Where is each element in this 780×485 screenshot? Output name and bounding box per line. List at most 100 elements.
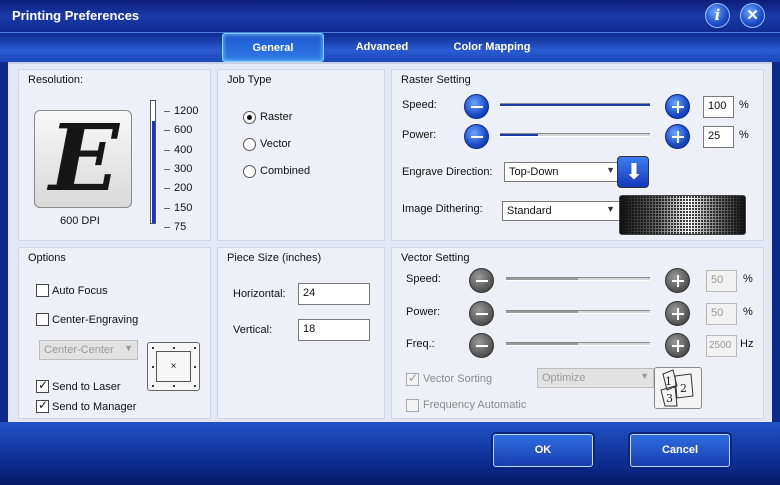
resolution-tick-label: 400 [174, 143, 193, 156]
preview-letter: E [48, 110, 120, 208]
tab-advanced[interactable]: Advanced [340, 33, 424, 62]
vector-speed-minus-icon[interactable] [469, 268, 494, 293]
resolution-tick-mark [164, 130, 170, 132]
vector-power-unit: % [743, 306, 753, 318]
align-center-mark: × [170, 361, 177, 372]
raster-speed-slider-fill [500, 104, 650, 106]
send-to-manager-checkbox[interactable] [36, 398, 49, 413]
sort-digit-2: 2 [680, 382, 687, 395]
resolution-tick-mark [164, 226, 170, 228]
radio-combined-label: Combined [260, 165, 311, 177]
vector-freq-slider[interactable] [506, 342, 650, 346]
center-position-value: Center-Center [44, 344, 114, 356]
info-icon[interactable]: i [705, 3, 730, 28]
ok-button[interactable]: OK [493, 434, 593, 467]
vector-sort-order-button[interactable]: 1 2 3 [654, 367, 702, 409]
vector-sorting-checkbox[interactable] [406, 371, 419, 386]
center-engraving-label: Center-Engraving [52, 314, 139, 326]
resolution-slider-fill [152, 120, 155, 223]
send-to-laser-checkbox[interactable] [36, 378, 49, 393]
radio-raster[interactable] [243, 111, 256, 124]
content-area: Resolution: E 600 DPI 1200 600 400 300 200 15… [8, 62, 772, 422]
image-dithering-select[interactable]: Standard ▼ [502, 201, 620, 221]
resolution-group: Resolution: E 600 DPI 1200 600 400 300 200 15… [18, 69, 211, 241]
raster-power-input[interactable]: 25 [703, 126, 734, 148]
vector-freq-input[interactable]: 2500 [706, 335, 737, 357]
vector-sorting-label: Vector Sorting [423, 373, 493, 385]
resolution-value: 600 DPI [60, 215, 100, 227]
tab-general[interactable]: General [222, 33, 324, 62]
resolution-title: Resolution: [28, 74, 84, 86]
auto-focus-checkbox[interactable] [36, 284, 49, 297]
resolution-tick-label: 200 [174, 182, 193, 195]
horizontal-input[interactable]: 24 [298, 283, 370, 305]
vector-freq-minus-icon[interactable] [469, 333, 494, 358]
cancel-button[interactable]: Cancel [630, 434, 730, 467]
resolution-tick-label: 300 [174, 162, 193, 175]
vector-freq-plus-icon[interactable] [665, 333, 690, 358]
raster-power-label: Power: [402, 129, 437, 141]
frequency-automatic-checkbox[interactable] [406, 399, 419, 412]
raster-speed-label: Speed: [402, 99, 437, 111]
tab-strip: General Advanced Color Mapping [0, 32, 780, 62]
vector-speed-input[interactable]: 50 [706, 270, 737, 292]
vector-freq-label: Freq.: [406, 338, 435, 350]
window-title: Printing Preferences [12, 8, 140, 23]
radio-raster-label: Raster [260, 111, 293, 123]
vector-power-slider-fill [506, 311, 578, 313]
vector-power-label: Power: [406, 306, 441, 318]
align-frame: × [156, 351, 191, 382]
image-dithering-value: Standard [507, 205, 552, 217]
center-engraving-checkbox[interactable] [36, 313, 49, 326]
resolution-slider[interactable] [150, 100, 156, 224]
raster-power-slider-fill [500, 134, 538, 136]
vector-speed-unit: % [743, 273, 753, 285]
dithering-preview-image [619, 195, 746, 235]
horizontal-label: Horizontal: [233, 288, 286, 300]
vertical-label: Vertical: [233, 324, 273, 336]
vector-power-minus-icon[interactable] [469, 301, 494, 326]
vector-sorting-select[interactable]: Optimize ▼ [537, 368, 654, 388]
raster-speed-input[interactable]: 100 [703, 96, 734, 118]
image-dithering-label: Image Dithering: [402, 203, 483, 215]
vector-speed-slider[interactable] [506, 277, 650, 281]
vector-power-plus-icon[interactable] [665, 301, 690, 326]
options-title: Options [28, 252, 66, 264]
radio-vector[interactable] [243, 138, 256, 151]
frequency-automatic-label: Frequency Automatic [423, 399, 527, 411]
raster-power-unit: % [739, 129, 749, 141]
center-position-select[interactable]: Center-Center ▼ [39, 340, 138, 360]
radio-combined[interactable] [243, 165, 256, 178]
raster-speed-plus-icon[interactable] [665, 94, 690, 119]
align-position-button[interactable]: × [147, 342, 200, 391]
resolution-tick-mark [164, 207, 170, 209]
raster-power-slider[interactable] [500, 133, 650, 137]
vector-speed-plus-icon[interactable] [665, 268, 690, 293]
engrave-direction-label: Engrave Direction: [402, 166, 493, 178]
engrave-direction-select[interactable]: Top-Down ▼ [504, 162, 620, 182]
raster-speed-unit: % [739, 99, 749, 111]
title-bar: Printing Preferences i ✕ [0, 0, 780, 32]
chevron-down-icon: ▼ [124, 343, 133, 353]
raster-power-plus-icon[interactable] [665, 124, 690, 149]
piece-size-group: Piece Size (inches) Horizontal: 24 Verti… [217, 247, 385, 419]
tab-color-mapping[interactable]: Color Mapping [440, 33, 544, 62]
vertical-input[interactable]: 18 [298, 319, 370, 341]
vector-power-input[interactable]: 50 [706, 303, 737, 325]
engrave-direction-button[interactable]: ⬇ [617, 156, 649, 188]
resolution-tick-mark [164, 111, 170, 112]
resolution-tick-label: 1200 [174, 105, 199, 117]
raster-speed-minus-icon[interactable] [464, 94, 489, 119]
sort-order-icon: 1 2 3 [660, 369, 694, 407]
close-icon[interactable]: ✕ [740, 3, 765, 28]
chevron-down-icon: ▼ [606, 204, 615, 214]
arrow-down-icon: ⬇ [624, 159, 644, 184]
raster-power-minus-icon[interactable] [464, 124, 489, 149]
resolution-tick-mark [164, 149, 170, 151]
chevron-down-icon: ▼ [606, 165, 615, 175]
raster-speed-slider[interactable] [500, 103, 650, 107]
vector-power-slider[interactable] [506, 310, 650, 314]
raster-setting-title: Raster Setting [401, 74, 471, 86]
bottom-bar: OK Cancel [0, 422, 780, 485]
sort-digit-3: 3 [666, 392, 673, 405]
